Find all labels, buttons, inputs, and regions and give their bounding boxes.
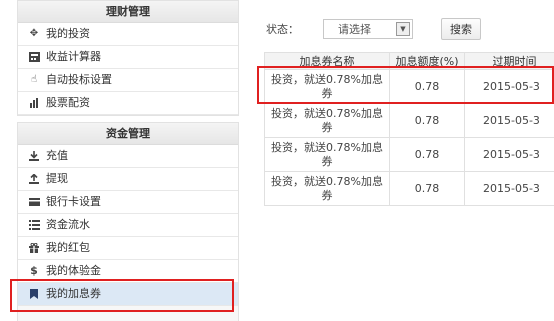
finance-management-panel: 理财管理 ✥ 我的投资 收益计算器 ☝ 自动投标设置 股票配资 [17, 0, 239, 116]
sidebar-item-my-trial-gold[interactable]: $ 我的体验金 [18, 260, 238, 283]
table-row: 投资，就送0.78%加息券 0.78 2015-05-3 [264, 137, 554, 172]
table-header-row: 加息券名称 加息额度(%) 过期时间 [264, 52, 554, 70]
sidebar-item-fund-flow[interactable]: 资金流水 [18, 214, 238, 237]
coupon-rate-cell: 0.78 [389, 171, 465, 206]
sidebar-item-stock-margin[interactable]: 股票配资 [18, 92, 238, 115]
coupon-name-cell: 投资，就送0.78%加息券 [264, 137, 390, 172]
dropdown-arrow-icon[interactable]: ▼ [396, 22, 410, 36]
coupon-expire-cell: 2015-05-3 [464, 171, 554, 206]
card-icon [28, 196, 40, 208]
upload-icon [28, 173, 40, 185]
sidebar-item-bank-card-settings[interactable]: 银行卡设置 [18, 191, 238, 214]
sidebar-item-earnings-calculator[interactable]: 收益计算器 [18, 46, 238, 69]
coupon-expire-cell: 2015-05-3 [464, 103, 554, 138]
coupon-name-cell: 投资，就送0.78%加息券 [264, 171, 390, 206]
sidebar-item-auto-bid-settings[interactable]: ☝ 自动投标设置 [18, 69, 238, 92]
move-icon: ✥ [29, 28, 39, 39]
coupon-name-cell: 投资，就送0.78%加息券 [264, 69, 390, 104]
funds-management-panel: 资金管理 充值 提现 银行卡设置 资金流水 我的红包 $ 我的体验金 我的加息券 [17, 122, 239, 321]
hand-icon: ☝ [30, 74, 38, 85]
coupon-rate-cell: 0.78 [389, 103, 465, 138]
sidebar-item-label: 提现 [46, 172, 68, 185]
coupon-expire-cell: 2015-05-3 [464, 137, 554, 172]
status-filter-bar: 状态： 请选择 ▼ 搜索 [266, 18, 481, 40]
column-header-coupon-name: 加息券名称 [264, 52, 390, 70]
list-icon [28, 219, 40, 231]
bookmark-icon [28, 288, 40, 300]
sidebar-item-withdraw[interactable]: 提现 [18, 168, 238, 191]
table-row: 投资，就送0.78%加息券 0.78 2015-05-3 [264, 103, 554, 138]
calculator-icon [28, 51, 40, 63]
column-header-expire: 过期时间 [464, 52, 554, 70]
sidebar-item-recharge[interactable]: 充值 [18, 145, 238, 168]
status-label: 状态： [266, 23, 299, 36]
chart-icon [28, 97, 40, 109]
sidebar-item-my-red-packet[interactable]: 我的红包 [18, 237, 238, 260]
sidebar-item-label: 自动投标设置 [46, 73, 112, 86]
sidebar-item-label: 股票配资 [46, 96, 90, 109]
sidebar-item-label: 我的投资 [46, 27, 90, 40]
table-row: 投资，就送0.78%加息券 0.78 2015-05-3 [264, 171, 554, 206]
dollar-icon: $ [30, 264, 38, 277]
gift-icon [28, 242, 40, 254]
interest-coupon-table: 加息券名称 加息额度(%) 过期时间 投资，就送0.78%加息券 0.78 20… [264, 52, 554, 206]
sidebar-item-label: 我的体验金 [46, 264, 101, 277]
sidebar-item-my-investment[interactable]: ✥ 我的投资 [18, 23, 238, 46]
coupon-rate-cell: 0.78 [389, 69, 465, 104]
table-row: 投资，就送0.78%加息券 0.78 2015-05-3 [264, 69, 554, 104]
column-header-rate: 加息额度(%) [389, 52, 465, 70]
status-select[interactable]: 请选择 ▼ [323, 19, 413, 39]
coupon-name-cell: 投资，就送0.78%加息券 [264, 103, 390, 138]
sidebar-item-label: 充值 [46, 149, 68, 162]
panel-title-funds: 资金管理 [18, 123, 238, 145]
sidebar-item-label: 银行卡设置 [46, 195, 101, 208]
download-icon [28, 150, 40, 162]
sidebar-item-label: 收益计算器 [46, 50, 101, 63]
coupon-expire-cell: 2015-05-3 [464, 69, 554, 104]
search-button[interactable]: 搜索 [441, 18, 481, 40]
coupon-rate-cell: 0.78 [389, 137, 465, 172]
panel-title-finance: 理财管理 [18, 1, 238, 23]
sidebar-item-label: 我的加息券 [46, 287, 101, 300]
sidebar-item-label: 资金流水 [46, 218, 90, 231]
sidebar-item-my-interest-coupon[interactable]: 我的加息券 [18, 283, 238, 306]
status-select-value: 请选择 [338, 23, 371, 36]
sidebar-item-label: 我的红包 [46, 241, 90, 254]
